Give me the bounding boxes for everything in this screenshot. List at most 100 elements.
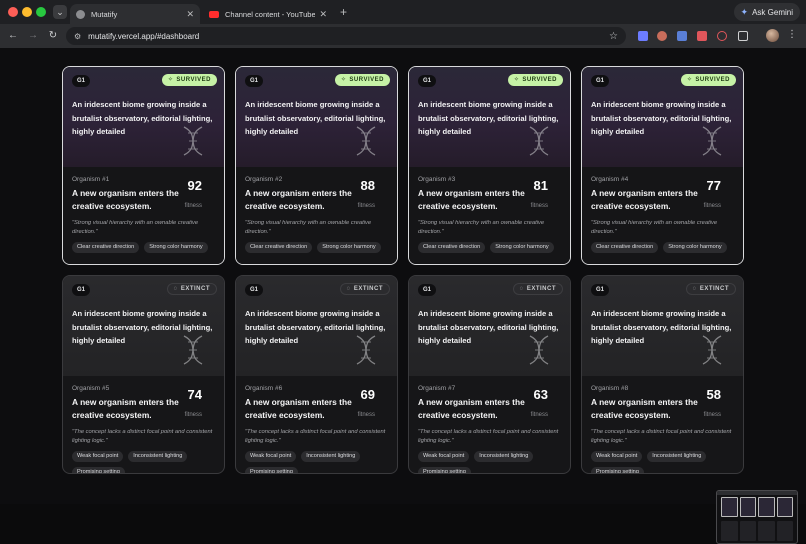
generation-badge: G1: [591, 284, 610, 296]
profile-avatar[interactable]: [766, 29, 779, 42]
fitness-score: 74: [187, 387, 202, 402]
organism-preview: G1 ◌ EXTINCT An iridescent biome growing…: [236, 276, 397, 376]
generation-badge: G1: [245, 284, 264, 296]
tab-preview-thumbnail[interactable]: [716, 490, 798, 544]
tag-chip: Promising setting: [591, 467, 644, 473]
organism-headline: A new organism enters the creative ecosy…: [418, 188, 525, 211]
organism-details: Organism #8 A new organism enters the cr…: [582, 376, 743, 473]
organism-card-4[interactable]: G1 ✧ SURVIVED An iridescent biome growin…: [581, 66, 744, 265]
tag-chip: Promising setting: [72, 467, 125, 473]
gemini-sparkle-icon: ✦: [740, 6, 749, 17]
organism-label: Organism #4: [591, 176, 629, 183]
tag-list: Weak focal point Inconsistent lighting Pro…: [591, 451, 739, 473]
address-bar[interactable]: ⚙ mutatify.vercel.app/#dashboard ☆: [66, 27, 626, 45]
fitness-label: fitness: [184, 412, 202, 418]
tag-chip: Weak focal point: [245, 451, 297, 462]
dashboard-page: G1 ✧ SURVIVED An iridescent biome growin…: [0, 48, 806, 544]
extension-icon[interactable]: [677, 31, 687, 41]
organism-card-6[interactable]: G1 ◌ EXTINCT An iridescent biome growing…: [235, 275, 398, 474]
fitness-label: fitness: [184, 203, 202, 209]
generation-badge: G1: [591, 75, 610, 87]
sparkle-icon: ✧: [340, 77, 347, 83]
fitness-score: 69: [360, 387, 375, 402]
organism-details: Organism #4 A new organism enters the cr…: [582, 167, 743, 264]
organism-card-3[interactable]: G1 ✧ SURVIVED An iridescent biome growin…: [408, 66, 571, 265]
close-window-button[interactable]: [8, 7, 18, 17]
close-tab-icon[interactable]: ✕: [186, 9, 194, 20]
tag-chip: Clear creative direction: [591, 242, 659, 253]
status-label: SURVIVED: [695, 77, 730, 83]
tag-chip: Clear creative direction: [245, 242, 313, 253]
organism-card-1[interactable]: G1 ✧ SURVIVED An iridescent biome growin…: [62, 66, 225, 265]
generation-badge: G1: [418, 284, 437, 296]
dna-icon: [529, 335, 549, 365]
forward-arrow-icon[interactable]: →: [26, 29, 40, 43]
bookmark-star-icon[interactable]: ☆: [609, 31, 618, 42]
organism-card-7[interactable]: G1 ◌ EXTINCT An iridescent biome growing…: [408, 275, 571, 474]
extension-icon[interactable]: [657, 31, 667, 41]
fitness-score: 92: [187, 178, 202, 193]
generation-badge: G1: [72, 284, 91, 296]
organism-card-8[interactable]: G1 ◌ EXTINCT An iridescent biome growing…: [581, 275, 744, 474]
fitness-score: 58: [706, 387, 721, 402]
maximize-window-button[interactable]: [36, 7, 46, 17]
organism-headline: A new organism enters the creative ecosy…: [245, 188, 352, 211]
organism-card-5[interactable]: G1 ◌ EXTINCT An iridescent biome growing…: [62, 275, 225, 474]
url-text[interactable]: mutatify.vercel.app/#dashboard: [88, 32, 609, 41]
reload-icon[interactable]: ↻: [46, 29, 60, 43]
ask-gemini-label: Ask Gemini: [752, 7, 793, 17]
extension-icon[interactable]: [638, 31, 648, 41]
new-tab-plus-icon[interactable]: +: [340, 5, 347, 19]
extensions-puzzle-icon[interactable]: [738, 31, 748, 41]
tag-chip: Strong color harmony: [144, 242, 208, 253]
critique-text: "Strong visual hierarchy with an ownable…: [591, 220, 718, 235]
tag-chip: Strong color harmony: [317, 242, 381, 253]
skull-icon: ◌: [519, 286, 524, 292]
dna-icon: [183, 335, 203, 365]
dna-icon: [702, 126, 722, 156]
minimize-window-button[interactable]: [22, 7, 32, 17]
back-arrow-icon[interactable]: ←: [6, 29, 20, 43]
organism-label: Organism #2: [245, 176, 283, 183]
critique-text: "Strong visual hierarchy with an ownable…: [418, 220, 545, 235]
youtube-icon: [209, 10, 219, 18]
dna-icon: [702, 335, 722, 365]
organism-card-2[interactable]: G1 ✧ SURVIVED An iridescent biome growin…: [235, 66, 398, 265]
record-icon[interactable]: [717, 31, 727, 41]
critique-text: "The concept lacks a distinct focal poin…: [72, 429, 213, 444]
status-label: EXTINCT: [526, 286, 556, 292]
critique-text: "Strong visual hierarchy with an ownable…: [72, 220, 199, 235]
organism-label: Organism #6: [245, 385, 283, 392]
tag-chip: Inconsistent lighting: [128, 451, 188, 462]
tag-list: Clear creative direction Strong color har…: [591, 242, 739, 253]
fitness-label: fitness: [357, 412, 375, 418]
tag-chip: Promising setting: [418, 467, 471, 473]
organism-preview: G1 ✧ SURVIVED An iridescent biome growin…: [236, 67, 397, 167]
fitness-score: 77: [706, 178, 721, 193]
organism-details: Organism #5 A new organism enters the cr…: [63, 376, 224, 473]
site-settings-icon[interactable]: ⚙: [74, 32, 81, 41]
skull-icon: ◌: [173, 286, 178, 292]
organism-headline: A new organism enters the creative ecosy…: [72, 397, 179, 420]
extension-icon[interactable]: [697, 31, 707, 41]
skull-icon: ◌: [346, 286, 351, 292]
tag-chip: Weak focal point: [72, 451, 124, 462]
close-tab-icon[interactable]: ✕: [319, 9, 327, 20]
critique-text: "The concept lacks a distinct focal poin…: [591, 429, 732, 444]
tag-list: Clear creative direction Strong color har…: [418, 242, 566, 253]
ask-gemini-button[interactable]: ✦ Ask Gemini: [733, 3, 800, 21]
tab-search-chevron-icon[interactable]: ⌄: [53, 5, 67, 19]
status-label: SURVIVED: [522, 77, 557, 83]
tab-mutatify[interactable]: Mutatify ✕: [70, 4, 200, 24]
tag-list: Weak focal point Inconsistent lighting Pro…: [418, 451, 566, 473]
fitness-label: fitness: [357, 203, 375, 209]
tag-list: Clear creative direction Strong color har…: [72, 242, 220, 253]
tab-youtube-studio[interactable]: Channel content - YouTube Studio ✕: [203, 4, 333, 24]
tag-chip: Weak focal point: [418, 451, 470, 462]
tag-list: Weak focal point Inconsistent lighting Pro…: [72, 451, 220, 473]
tab-title: Channel content - YouTube Studio: [225, 9, 316, 19]
organism-preview: G1 ✧ SURVIVED An iridescent biome growin…: [63, 67, 224, 167]
browser-menu-icon[interactable]: ⋮: [787, 29, 797, 40]
browser-toolbar: ← → ↻ ⚙ mutatify.vercel.app/#dashboard ☆…: [0, 24, 806, 48]
organism-preview: G1 ◌ EXTINCT An iridescent biome growing…: [582, 276, 743, 376]
